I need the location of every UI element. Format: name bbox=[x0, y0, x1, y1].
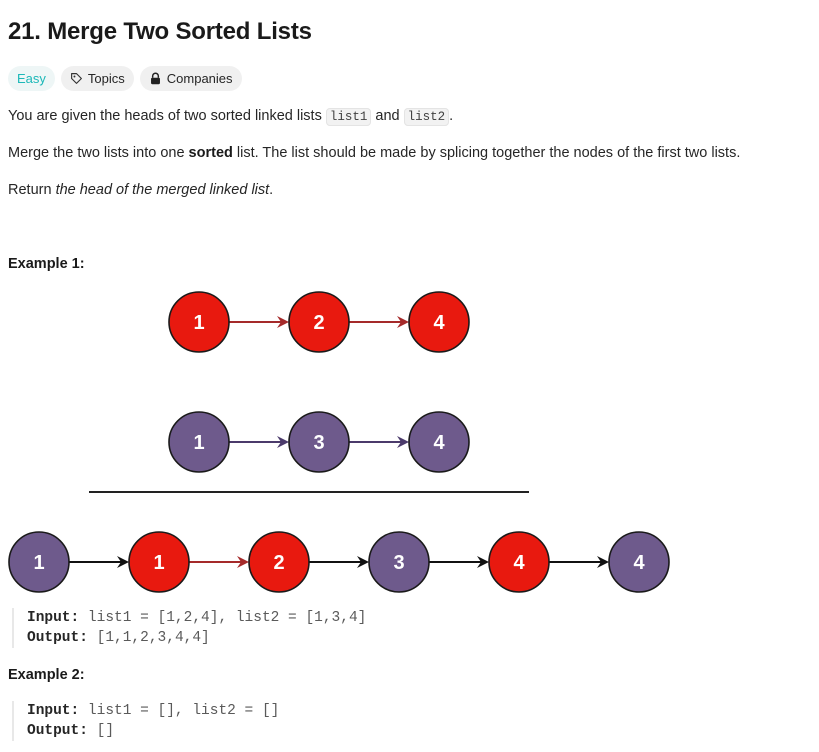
merged-node-6-label: 4 bbox=[633, 552, 645, 574]
merged-node-2-label: 1 bbox=[153, 552, 164, 574]
example-2-output-line: Output: [] bbox=[27, 721, 279, 741]
merged-node-1-label: 1 bbox=[33, 552, 44, 574]
desc3-italic: the head of the merged linked list bbox=[55, 182, 270, 198]
tag-icon bbox=[70, 73, 82, 84]
desc2-post: list. The list should be made by splicin… bbox=[232, 145, 741, 161]
example-1-input: list1 = [1,2,4], list2 = [1,3,4] bbox=[87, 610, 367, 626]
difficulty-badge[interactable]: Easy bbox=[8, 66, 55, 91]
desc1-mid: and bbox=[371, 108, 404, 124]
list1-node-3-label: 4 bbox=[433, 312, 445, 334]
example-2-input-line: Input: list1 = [], list2 = [] bbox=[27, 701, 279, 721]
input-label: Input: bbox=[27, 610, 80, 626]
example-2-title: Example 2: bbox=[8, 667, 85, 683]
desc1-text: You are given the heads of two sorted li… bbox=[8, 108, 326, 124]
example-2-output: [] bbox=[96, 723, 115, 739]
tag-row: Easy Topics Companies bbox=[8, 66, 242, 91]
desc1-post: . bbox=[449, 108, 454, 124]
output-label: Output: bbox=[27, 723, 88, 739]
list1-node-1-label: 1 bbox=[193, 312, 204, 334]
example-1-title: Example 1: bbox=[8, 256, 85, 272]
list2-code: list2 bbox=[403, 108, 450, 126]
merged-node-5-label: 4 bbox=[513, 552, 525, 574]
lock-icon bbox=[150, 72, 160, 85]
list2-node-2-label: 3 bbox=[313, 432, 324, 454]
desc3-text: Return bbox=[8, 182, 56, 198]
list1-node-2-label: 2 bbox=[313, 312, 324, 334]
list1-code: list1 bbox=[325, 108, 372, 126]
example-1-output-line: Output: [1,1,2,3,4,4] bbox=[27, 628, 366, 648]
companies-tag[interactable]: Companies bbox=[139, 66, 242, 91]
description-line-2: Merge the two lists into one sorted list… bbox=[8, 145, 740, 161]
example-1-input-line: Input: list1 = [1,2,4], list2 = [1,3,4] bbox=[27, 608, 366, 628]
topics-tag[interactable]: Topics bbox=[60, 66, 134, 91]
desc2-text: Merge the two lists into one bbox=[8, 145, 189, 161]
example-2-input: list1 = [], list2 = [] bbox=[87, 703, 280, 719]
list2-node-3-label: 4 bbox=[433, 432, 445, 454]
output-label: Output: bbox=[27, 630, 88, 646]
example-1-io: Input: list1 = [1,2,4], list2 = [1,3,4] … bbox=[12, 608, 366, 648]
desc3-post: . bbox=[269, 182, 274, 198]
description-line-1: You are given the heads of two sorted li… bbox=[8, 108, 454, 126]
example-1-output: [1,1,2,3,4,4] bbox=[96, 630, 210, 646]
topics-label: Topics bbox=[87, 71, 125, 86]
merged-node-4-label: 3 bbox=[393, 552, 404, 574]
merged-node-3-label: 2 bbox=[273, 552, 284, 574]
list2-node-1-label: 1 bbox=[193, 432, 204, 454]
example-1-diagram: 1 2 4 1 3 4 1 1 2 3 4 4 bbox=[8, 291, 670, 593]
description-line-3: Return the head of the merged linked lis… bbox=[8, 182, 273, 198]
companies-label: Companies bbox=[166, 71, 233, 86]
desc2-bold: sorted bbox=[188, 145, 233, 161]
page-title: 21. Merge Two Sorted Lists bbox=[8, 18, 312, 45]
input-label: Input: bbox=[27, 703, 80, 719]
example-2-io: Input: list1 = [], list2 = [] Output: [] bbox=[12, 701, 279, 741]
